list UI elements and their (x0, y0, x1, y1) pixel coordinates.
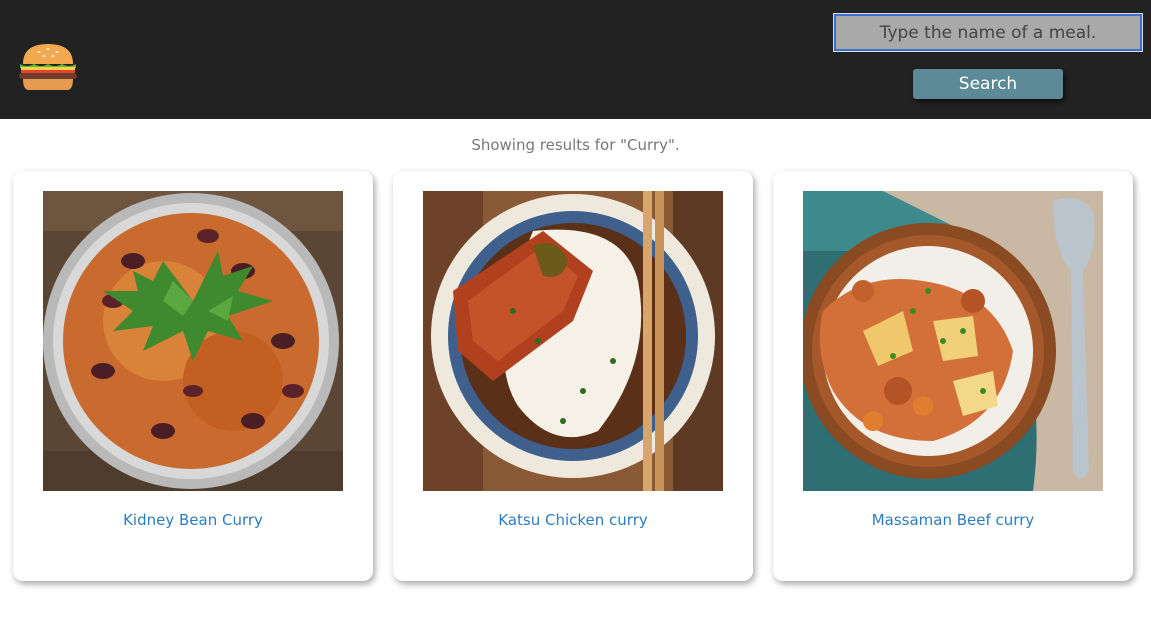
katsu-chicken-curry-photo[interactable] (423, 191, 723, 491)
massaman-beef-curry-photo[interactable] (803, 191, 1103, 491)
kidney-bean-curry-photo[interactable] (43, 191, 343, 491)
burger-icon[interactable] (17, 42, 79, 92)
meal-title-link[interactable]: Kidney Bean Curry (13, 511, 373, 529)
meal-title-link[interactable]: Katsu Chicken curry (393, 511, 753, 529)
results-note: Showing results for "Curry". (471, 136, 680, 154)
meal-card[interactable]: Kidney Bean Curry (13, 171, 373, 581)
search-input[interactable] (833, 13, 1143, 52)
search-button[interactable]: Search (913, 69, 1063, 99)
app-header: Search (0, 0, 1151, 119)
meal-card[interactable]: Katsu Chicken curry (393, 171, 753, 581)
meal-title-link[interactable]: Massaman Beef curry (773, 511, 1133, 529)
meal-card[interactable]: Massaman Beef curry (773, 171, 1133, 581)
